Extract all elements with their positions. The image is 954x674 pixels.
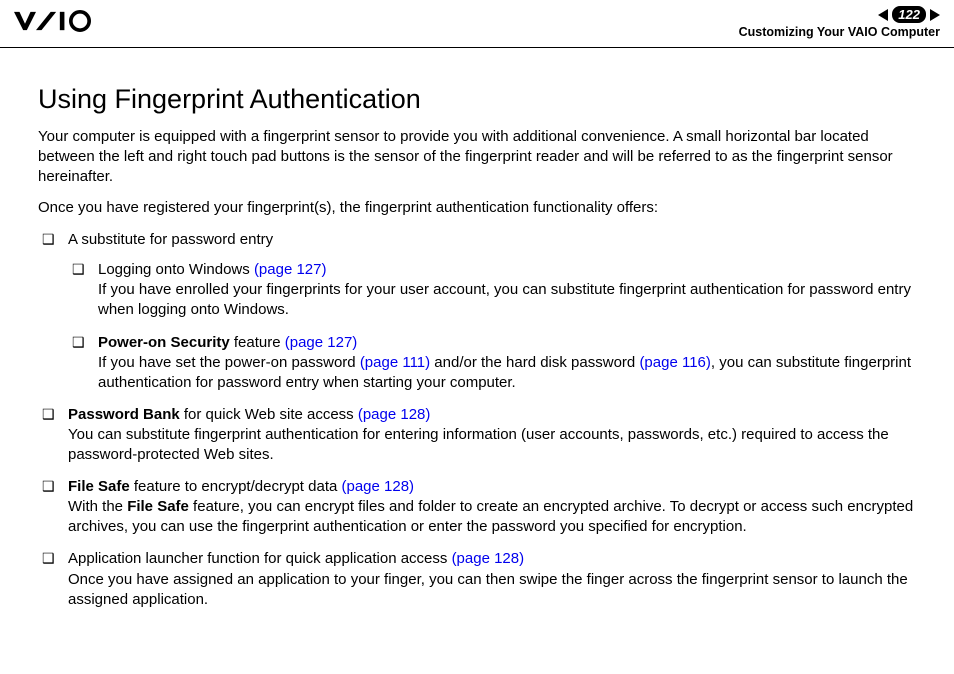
- page-link[interactable]: (page 127): [285, 334, 358, 351]
- list-item: File Safe feature to encrypt/decrypt dat…: [38, 477, 916, 537]
- page-link[interactable]: (page 128): [358, 406, 431, 423]
- next-page-arrow-icon[interactable]: [930, 9, 940, 21]
- item-body: Once you have assigned an application to…: [68, 571, 908, 608]
- feature-list: A substitute for password entry Logging …: [38, 230, 916, 610]
- header-right: 122 Customizing Your VAIO Computer: [739, 6, 940, 39]
- page-link[interactable]: (page 128): [452, 550, 525, 567]
- section-name: Customizing Your VAIO Computer: [739, 25, 940, 39]
- item-body: If you have enrolled your fingerprints f…: [98, 281, 911, 318]
- item-body: If you have set the power-on password: [98, 354, 360, 371]
- prev-page-arrow-icon[interactable]: [878, 9, 888, 21]
- list-item: A substitute for password entry Logging …: [38, 230, 916, 393]
- item-bold: Power-on Security: [98, 334, 230, 351]
- intro-paragraph-2: Once you have registered your fingerprin…: [38, 198, 916, 218]
- intro-paragraph-1: Your computer is equipped with a fingerp…: [38, 127, 916, 186]
- item-bold: File Safe: [68, 478, 130, 495]
- item-body: With the: [68, 498, 127, 515]
- item-prefix: Logging onto Windows: [98, 261, 254, 278]
- page-content: Using Fingerprint Authentication Your co…: [0, 48, 954, 610]
- item-body: feature, you can encrypt files and folde…: [68, 498, 913, 535]
- item-bold: File Safe: [127, 498, 189, 515]
- page-title: Using Fingerprint Authentication: [38, 84, 916, 115]
- page-number: 122: [892, 6, 926, 23]
- page-link[interactable]: (page 111): [360, 354, 430, 371]
- page-header: 122 Customizing Your VAIO Computer: [0, 0, 954, 48]
- list-item: Logging onto Windows (page 127) If you h…: [68, 260, 916, 320]
- item-body: You can substitute fingerprint authentic…: [68, 426, 889, 463]
- page-link[interactable]: (page 127): [254, 261, 327, 278]
- item-prefix: Application launcher function for quick …: [68, 550, 452, 567]
- list-item: Password Bank for quick Web site access …: [38, 405, 916, 465]
- item-bold: Password Bank: [68, 406, 180, 423]
- item-text: feature: [230, 334, 285, 351]
- item-body: and/or the hard disk password: [430, 354, 639, 371]
- page-link[interactable]: (page 128): [342, 478, 415, 495]
- item-text: feature to encrypt/decrypt data: [130, 478, 342, 495]
- list-item: Application launcher function for quick …: [38, 549, 916, 609]
- page-nav: 122: [739, 6, 940, 23]
- list-item: Power-on Security feature (page 127) If …: [68, 333, 916, 393]
- page-link[interactable]: (page 116): [639, 354, 710, 371]
- vaio-logo: [14, 10, 124, 32]
- item-text: for quick Web site access: [180, 406, 358, 423]
- item-text: A substitute for password entry: [68, 231, 273, 248]
